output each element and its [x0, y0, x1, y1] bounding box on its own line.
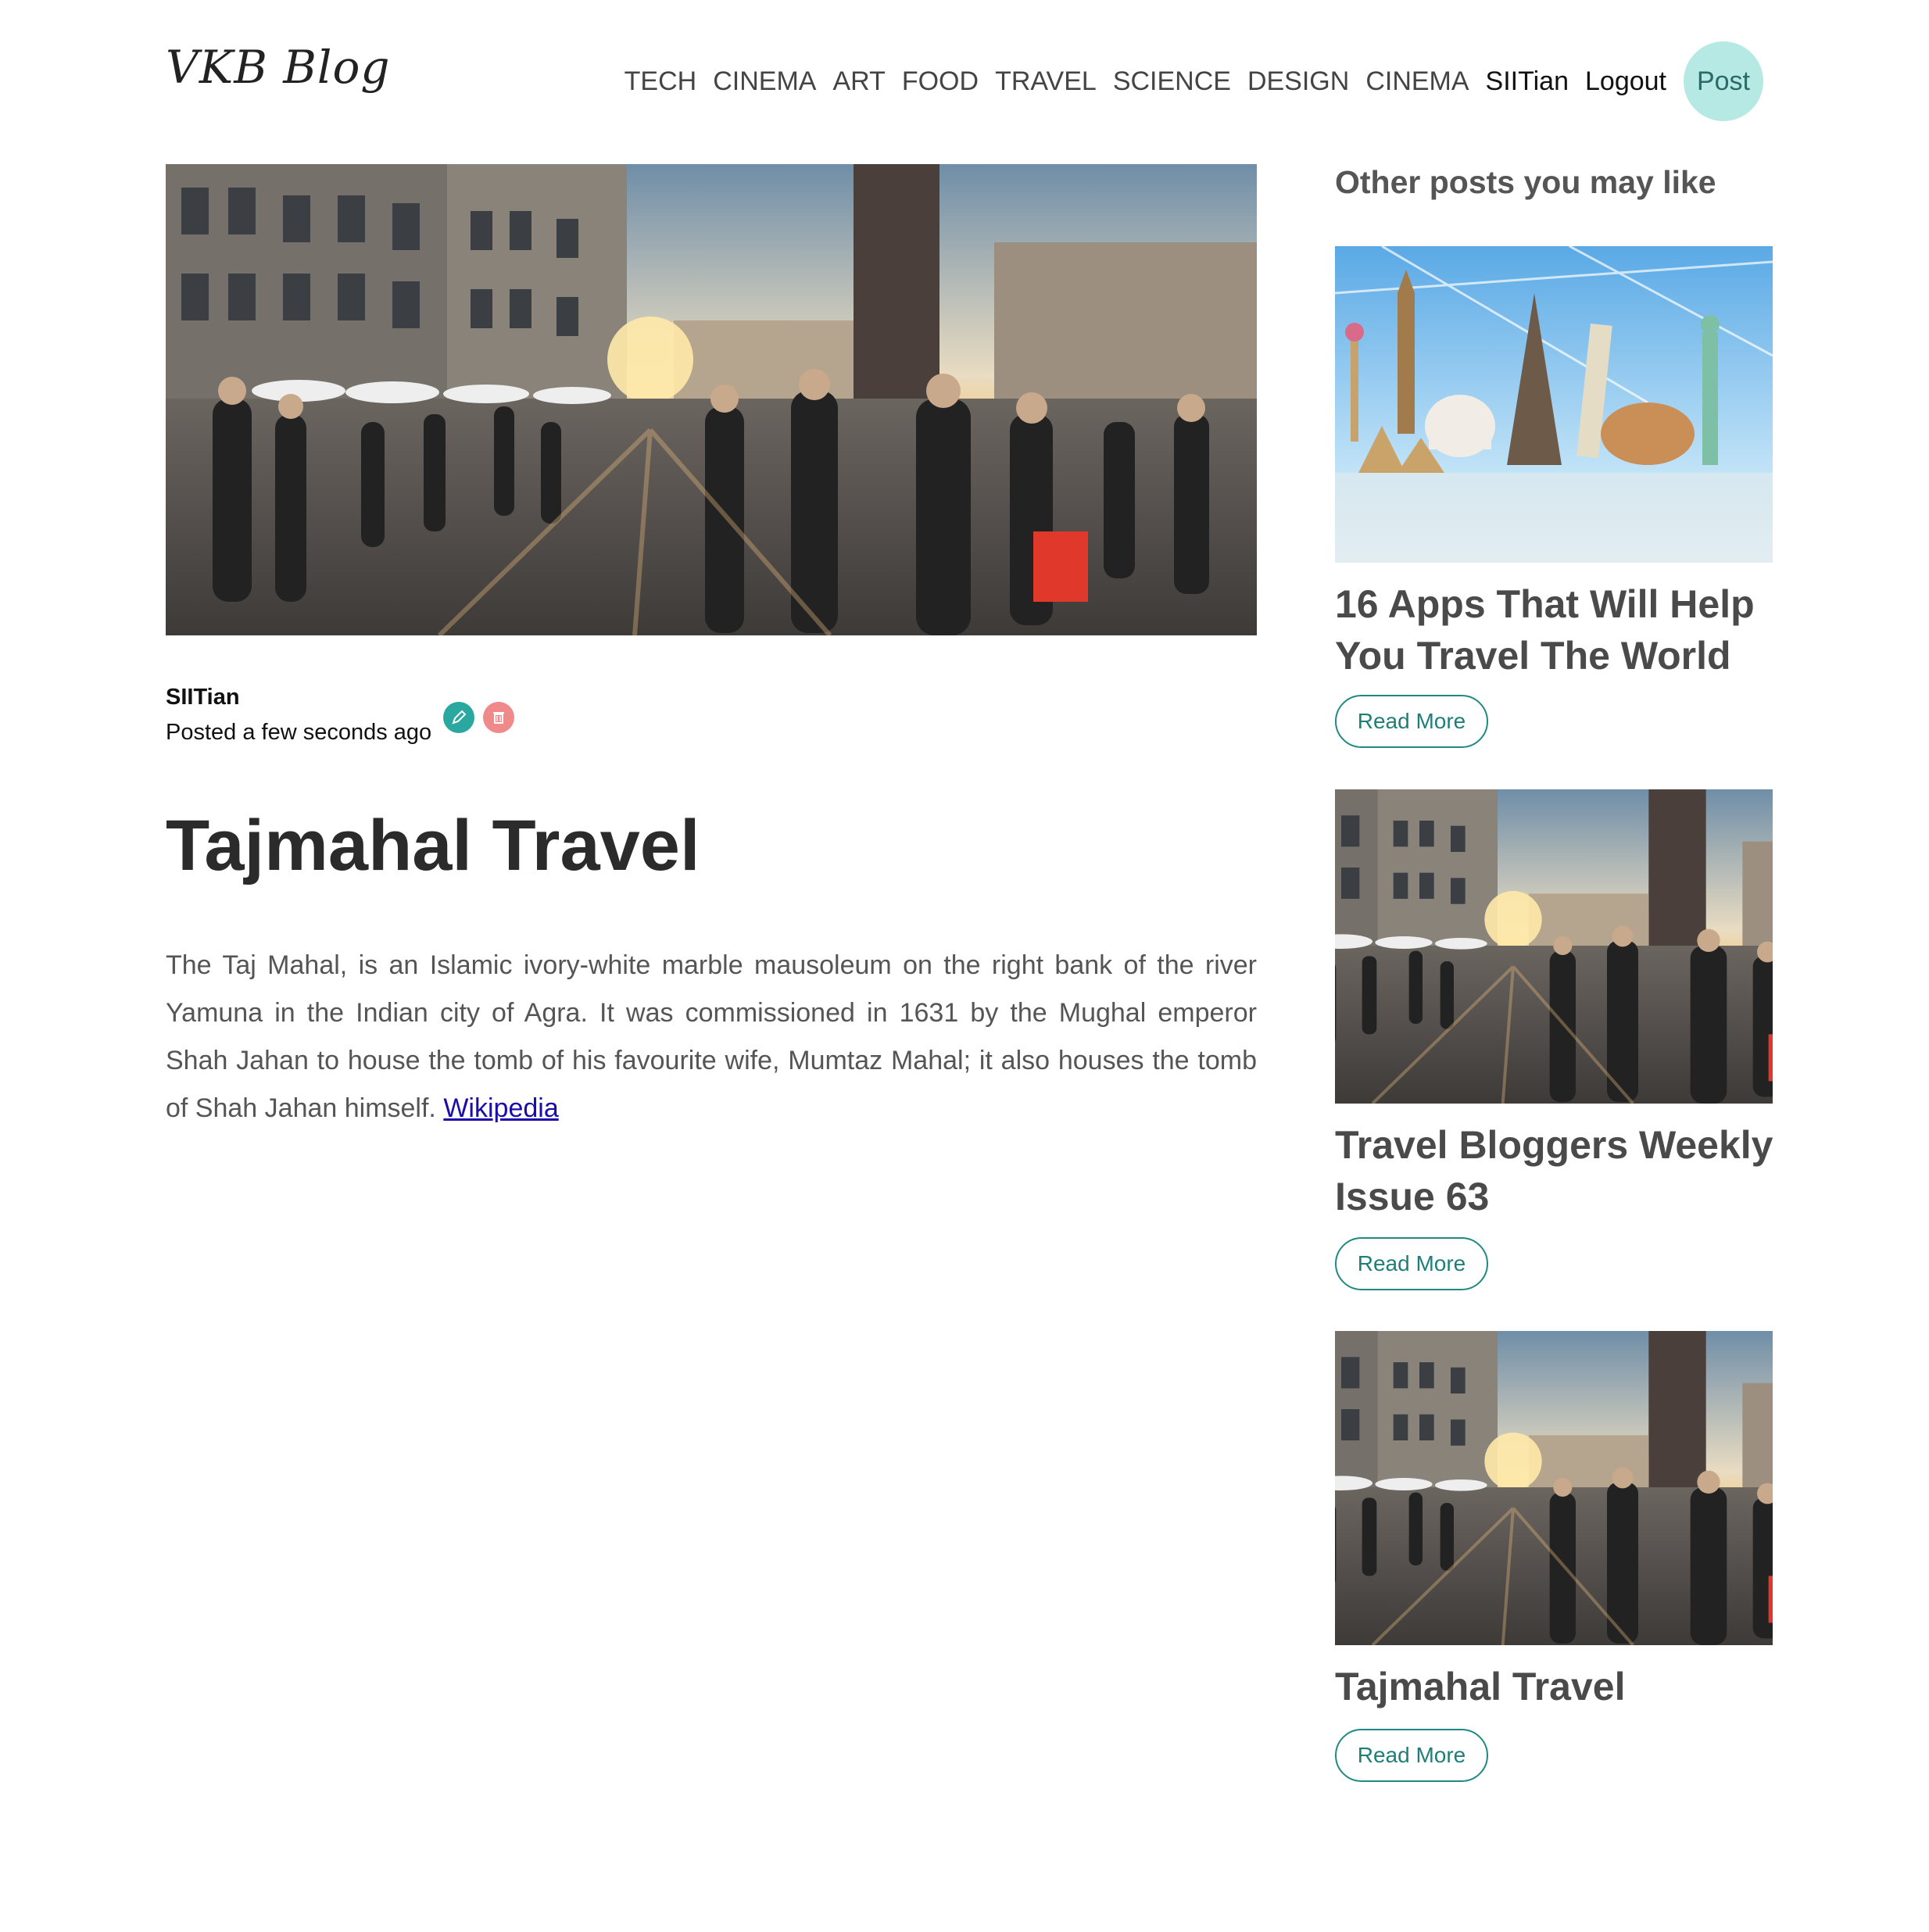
related-post-title[interactable]: Tajmahal Travel — [1335, 1661, 1788, 1712]
logout-link[interactable]: Logout — [1585, 66, 1666, 97]
nav-travel[interactable]: TRAVEL — [995, 66, 1097, 97]
post-hero-image — [166, 164, 1257, 635]
site-logo[interactable]: VKB Blog — [166, 41, 391, 94]
post-meta: SIITian Posted a few seconds ago — [166, 685, 431, 746]
trash-icon — [493, 712, 504, 724]
post-timestamp: Posted a few seconds ago — [166, 720, 432, 745]
post-author: SIITian — [166, 685, 240, 710]
nav-user[interactable]: SIITian — [1486, 66, 1569, 97]
related-post-title[interactable]: 16 Apps That Will Help You Travel The Wo… — [1335, 578, 1788, 682]
edit-post-button[interactable] — [443, 702, 474, 733]
related-post-image[interactable] — [1335, 1331, 1773, 1645]
post-button[interactable]: Post — [1684, 41, 1763, 121]
read-more-button[interactable]: Read More — [1335, 1729, 1488, 1782]
main-nav: TECH CINEMA ART FOOD TRAVEL SCIENCE DESI… — [608, 41, 1763, 121]
related-post-image[interactable] — [1335, 789, 1773, 1104]
pencil-icon — [452, 710, 467, 724]
post-body: The Taj Mahal, is an Islamic ivory-white… — [166, 942, 1257, 1132]
nav-design[interactable]: DESIGN — [1247, 66, 1349, 97]
related-post-title[interactable]: Travel Bloggers Weekly Issue 63 — [1335, 1119, 1788, 1222]
nav-cinema-2[interactable]: CINEMA — [1365, 66, 1469, 97]
post-title: Tajmahal Travel — [166, 806, 700, 886]
wikipedia-link[interactable]: Wikipedia — [443, 1093, 558, 1123]
nav-cinema[interactable]: CINEMA — [713, 66, 816, 97]
nav-art[interactable]: ART — [832, 66, 885, 97]
nav-tech[interactable]: TECH — [625, 66, 697, 97]
nav-science[interactable]: SCIENCE — [1113, 66, 1231, 97]
sidebar-heading: Other posts you may like — [1335, 164, 1716, 200]
post-body-text: The Taj Mahal, is an Islamic ivory-white… — [166, 950, 1257, 1123]
delete-post-button[interactable] — [483, 702, 514, 733]
read-more-button[interactable]: Read More — [1335, 1237, 1488, 1290]
nav-food[interactable]: FOOD — [902, 66, 979, 97]
read-more-button[interactable]: Read More — [1335, 695, 1488, 748]
related-post-image[interactable] — [1335, 246, 1773, 563]
